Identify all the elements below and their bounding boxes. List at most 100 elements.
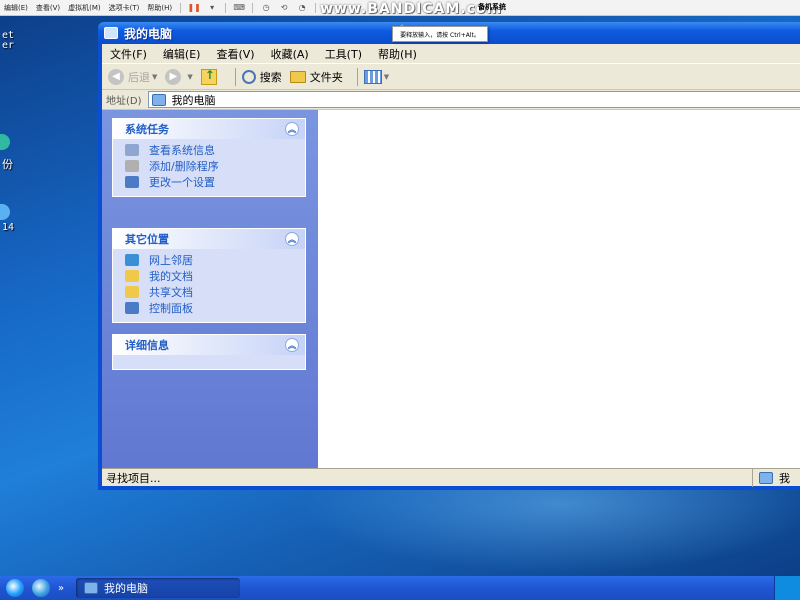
computer-icon [84, 582, 98, 594]
forward-button[interactable]: ▶ ▼ [165, 68, 193, 85]
group-title: 系统任务 [125, 123, 169, 136]
status-bar: 寻找项目... 我 [102, 468, 800, 487]
window-toolbar: ◀ 后退 ▼ ▶ ▼ 搜索 文件夹 ▼ [102, 64, 800, 90]
menu-help[interactable]: 帮助(H) [370, 46, 425, 62]
search-button[interactable]: 搜索 [241, 69, 282, 85]
system-info-icon [125, 144, 139, 156]
menu-tools[interactable]: 工具(T) [317, 46, 370, 62]
group-title: 其它位置 [125, 233, 169, 246]
manage-snapshots-icon[interactable]: ◔ [296, 3, 308, 13]
ie-icon[interactable] [6, 579, 24, 597]
task-change-setting[interactable]: 更改一个设置 [125, 174, 305, 190]
views-icon [363, 69, 382, 84]
system-tray[interactable] [774, 576, 800, 600]
back-arrow-icon: ◀ [108, 68, 124, 85]
collapse-icon[interactable]: ︽ [285, 338, 299, 352]
place-label: 我的文档 [149, 270, 193, 283]
collapse-icon[interactable]: ︽ [285, 232, 299, 246]
menu-edit[interactable]: 编辑(E) [155, 46, 209, 62]
divider [315, 2, 317, 13]
address-bar: 地址(D) 我的电脑 [102, 90, 800, 110]
my-documents-icon [125, 270, 139, 282]
group-details: 详细信息 ︽ [112, 334, 306, 370]
file-view-area[interactable] [318, 110, 800, 468]
menu-view[interactable]: 查看(V) [208, 46, 262, 62]
quicklaunch-chevron-icon[interactable]: » [58, 583, 64, 594]
add-remove-icon [125, 160, 139, 172]
search-icon [241, 69, 256, 84]
desktop-app-icon[interactable] [0, 134, 10, 150]
desktop-icon-label-4[interactable]: 14 [2, 222, 14, 233]
my-computer-window: 我的电脑 文件(F) 编辑(E) 查看(V) 收藏(A) 工具(T) 帮助(H)… [98, 22, 800, 490]
chevron-down-icon: ▼ [152, 72, 158, 81]
collapse-icon[interactable]: ︽ [285, 122, 299, 136]
place-shared-documents[interactable]: 共享文档 [125, 284, 305, 300]
menu-file[interactable]: 文件(F) [102, 46, 155, 62]
host-menu-view[interactable]: 查看(V) [32, 3, 64, 13]
network-icon [125, 254, 139, 266]
back-button[interactable]: ◀ 后退 ▼ [108, 68, 158, 85]
snapshot-icon[interactable]: ◷ [260, 3, 272, 13]
desktop-icon-label-2[interactable]: er [2, 40, 14, 51]
divider [180, 2, 182, 13]
task-label: 查看系统信息 [149, 144, 215, 157]
restore-snapshot-icon[interactable]: ⟲ [278, 3, 290, 13]
address-label: 地址(D) [106, 96, 142, 107]
menu-favorites[interactable]: 收藏(A) [263, 46, 317, 62]
divider [225, 2, 227, 13]
media-player-icon[interactable] [32, 579, 50, 597]
address-value: 我的电脑 [171, 93, 216, 107]
status-text: 寻找项目... [106, 471, 161, 485]
status-zone: 我 [752, 469, 800, 487]
group-other-places: 其它位置 ︽ 网上邻居 我的文档 共享文档 控制面板 [112, 228, 306, 323]
task-pane: 系统任务 ︽ 查看系统信息 添加/删除程序 更改一个设置 其它位置 ︽ 网上邻居… [102, 110, 318, 468]
control-panel-icon [125, 176, 139, 188]
host-menu-edit[interactable]: 编辑(E) [0, 3, 32, 13]
place-control-panel[interactable]: 控制面板 [125, 300, 305, 316]
up-button[interactable] [200, 68, 221, 85]
computer-icon [759, 472, 773, 484]
divider [356, 67, 358, 86]
task-label: 添加/删除程序 [149, 160, 219, 173]
task-view-system-info[interactable]: 查看系统信息 [125, 142, 305, 158]
folders-button[interactable]: 文件夹 [289, 69, 343, 85]
vm-tab-title[interactable]: 备机系统 [478, 2, 506, 12]
search-label: 搜索 [259, 70, 282, 84]
taskbar: » 我的电脑 [0, 576, 800, 600]
folders-label: 文件夹 [309, 70, 343, 84]
host-menu-tabs[interactable]: 选项卡(T) [105, 3, 144, 13]
back-label: 后退 [128, 70, 150, 84]
forward-arrow-icon: ▶ [165, 68, 182, 85]
chevron-down-icon: ▼ [383, 72, 390, 81]
place-my-documents[interactable]: 我的文档 [125, 268, 305, 284]
divider [234, 67, 236, 86]
host-menu-help[interactable]: 帮助(H) [143, 3, 176, 13]
place-network[interactable]: 网上邻居 [125, 252, 305, 268]
computer-icon [104, 27, 118, 39]
window-menubar: 文件(F) 编辑(E) 查看(V) 收藏(A) 工具(T) 帮助(H) [102, 44, 800, 64]
folder-icon [289, 70, 306, 83]
dropdown-icon[interactable]: ▾ [206, 3, 218, 13]
desktop-icon-label-3[interactable]: 份 [2, 156, 13, 172]
views-button[interactable]: ▼ [363, 69, 390, 84]
folder-up-icon [200, 68, 217, 85]
place-label: 控制面板 [149, 302, 193, 315]
task-add-remove-programs[interactable]: 添加/删除程序 [125, 158, 305, 174]
group-header[interactable]: 其它位置 ︽ [113, 229, 305, 249]
taskbar-button-my-computer[interactable]: 我的电脑 [76, 578, 240, 598]
host-menu-vm[interactable]: 虚拟机(M) [64, 3, 105, 13]
group-system-tasks: 系统任务 ︽ 查看系统信息 添加/删除程序 更改一个设置 [112, 118, 306, 197]
group-header[interactable]: 系统任务 ︽ [113, 119, 305, 139]
group-header[interactable]: 详细信息 ︽ [113, 335, 305, 355]
status-zone-label: 我 [779, 472, 790, 485]
taskbar-button-label: 我的电脑 [104, 582, 148, 595]
window-title: 我的电脑 [124, 26, 173, 41]
shared-docs-icon [125, 286, 139, 298]
control-panel-icon [125, 302, 139, 314]
pause-icon[interactable]: ❚❚ [187, 3, 200, 13]
desktop-shortcut-icon[interactable] [0, 204, 10, 220]
divider [252, 2, 254, 13]
address-field[interactable]: 我的电脑 [147, 91, 800, 108]
send-keys-icon[interactable]: ⌨ [233, 3, 245, 13]
computer-icon [151, 93, 166, 106]
